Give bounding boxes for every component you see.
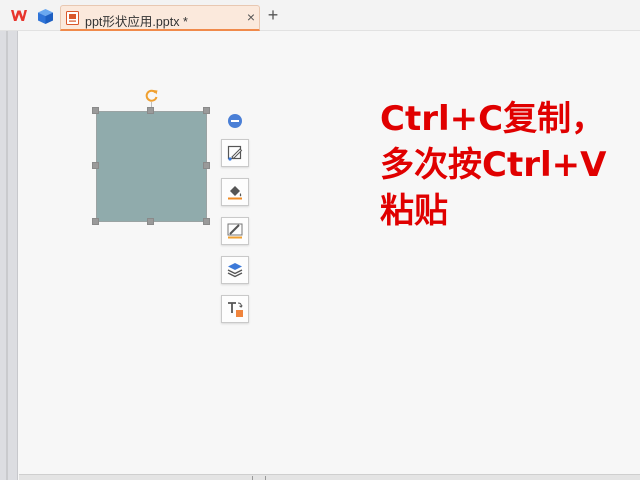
panel-divider — [6, 31, 8, 480]
layers-button[interactable] — [221, 256, 249, 284]
resize-handle-s[interactable] — [147, 218, 154, 225]
fill-bucket-icon — [228, 186, 242, 200]
resize-handle-e[interactable] — [203, 162, 210, 169]
outline-button[interactable] — [221, 217, 249, 245]
resize-handle-n[interactable] — [147, 107, 154, 114]
text-wrap-icon — [228, 302, 243, 317]
title-bar: ppt形状应用.pptx * × + — [0, 0, 640, 31]
instruction-text: Ctrl+C复制， 多次按Ctrl+V 粘贴 — [380, 96, 630, 234]
horizontal-scrollbar[interactable] — [19, 474, 640, 480]
tab-close-button[interactable]: × — [244, 9, 258, 25]
resize-handle-w[interactable] — [92, 162, 99, 169]
tab-document[interactable]: ppt形状应用.pptx * × — [60, 5, 260, 31]
scrollbar-grip[interactable] — [252, 476, 266, 480]
edit-shape-icon — [227, 145, 243, 161]
presentation-file-icon — [66, 11, 79, 25]
cube-icon[interactable] — [37, 8, 54, 25]
collapse-icon[interactable] — [228, 114, 242, 128]
layers-icon — [227, 263, 243, 278]
new-tab-button[interactable]: + — [265, 6, 281, 24]
resize-handle-ne[interactable] — [203, 107, 210, 114]
rotate-handle-icon[interactable] — [144, 88, 159, 103]
text-wrap-button[interactable] — [221, 295, 249, 323]
left-panel-edge[interactable] — [0, 31, 18, 480]
selection-frame — [96, 111, 207, 222]
tab-label: ppt形状应用.pptx * — [85, 15, 188, 29]
outline-pen-icon — [227, 223, 243, 239]
instruction-line-1: Ctrl+C复制， — [380, 99, 606, 139]
edit-shape-button[interactable] — [221, 139, 249, 167]
instruction-line-3: 粘贴 — [380, 191, 448, 231]
instruction-line-2: 多次按Ctrl+V — [380, 145, 607, 185]
resize-handle-se[interactable] — [203, 218, 210, 225]
resize-handle-sw[interactable] — [92, 218, 99, 225]
fill-button[interactable] — [221, 178, 249, 206]
resize-handle-nw[interactable] — [92, 107, 99, 114]
wps-logo-icon[interactable] — [10, 8, 28, 24]
